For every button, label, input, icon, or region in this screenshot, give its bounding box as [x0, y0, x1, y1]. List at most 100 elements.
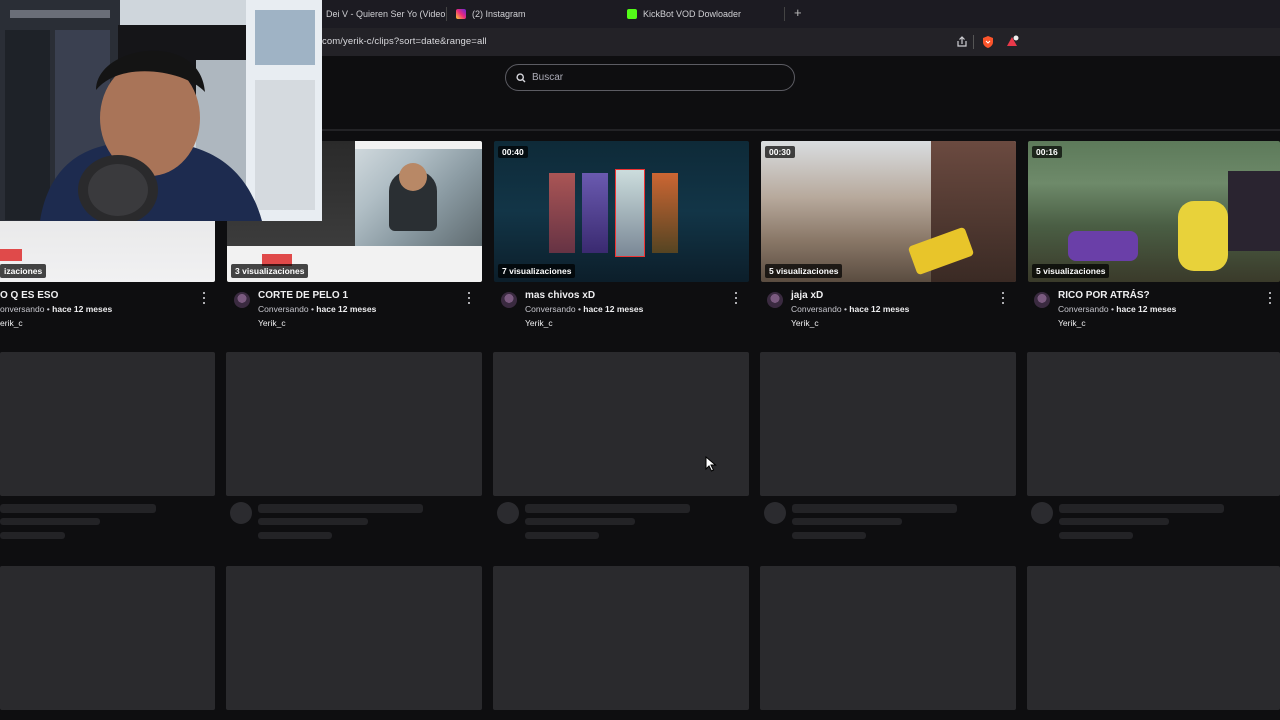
more-options-icon[interactable]	[1266, 292, 1274, 304]
search-icon	[516, 72, 526, 82]
loading-card-placeholder	[760, 352, 1016, 496]
tab-kickbot[interactable]: KickBot VOD Dowloader	[627, 4, 741, 24]
tab-dei-v[interactable]: Dei V - Quieren Ser Yo (Video	[326, 4, 445, 24]
thumbnail-art	[615, 169, 645, 257]
loading-text-placeholder	[792, 504, 957, 513]
tab-divider	[446, 7, 447, 21]
search-input[interactable]	[532, 72, 772, 83]
loading-text-placeholder	[1059, 518, 1169, 525]
screen: Dei V - Quieren Ser Yo (Video (2) Instag…	[0, 0, 1280, 720]
thumbnail-art	[652, 173, 678, 253]
clip-channel[interactable]: Yerik_c	[791, 318, 819, 328]
loading-card-placeholder	[493, 352, 749, 496]
meta-separator: •	[1110, 304, 1114, 314]
thumbnail-art	[549, 173, 575, 253]
loading-card-placeholder	[1027, 352, 1280, 496]
thumbnail-art	[355, 149, 482, 246]
duration-badge: 00:30	[765, 146, 795, 158]
clip-card-info: jaja xD Conversando • hace 12 meses Yeri…	[767, 289, 1016, 331]
clip-title[interactable]: mas chivos xD	[525, 290, 595, 301]
clip-card-info: O Q ES ESO onversando • hace 12 meses er…	[0, 289, 215, 331]
clip-category[interactable]: Conversando	[525, 304, 576, 314]
clip-card-info: mas chivos xD Conversando • hace 12 mese…	[501, 289, 749, 331]
views-badge: izaciones	[0, 264, 47, 278]
clip-category[interactable]: Conversando	[1058, 304, 1109, 314]
new-tab-button[interactable]: +	[794, 6, 802, 20]
clip-subtitle: onversando • hace 12 meses	[0, 304, 112, 314]
loading-avatar-placeholder	[497, 502, 519, 524]
loading-card-placeholder	[0, 566, 215, 710]
loading-avatar-placeholder	[1031, 502, 1053, 524]
channel-avatar[interactable]	[234, 292, 250, 308]
clip-channel[interactable]: Yerik_c	[1058, 318, 1086, 328]
meta-separator: •	[46, 304, 50, 314]
tab-title: (2) Instagram	[472, 9, 526, 19]
clip-thumbnail[interactable]: 00:40 7 visualizaciones	[494, 141, 749, 282]
loading-text-placeholder	[792, 532, 866, 539]
views-badge: 5 visualizaciones	[1032, 264, 1110, 278]
loading-card-placeholder	[1027, 566, 1280, 710]
loading-card-placeholder	[0, 352, 215, 496]
tab-instagram[interactable]: (2) Instagram	[456, 4, 526, 24]
meta-separator: •	[310, 304, 314, 314]
views-badge: 5 visualizaciones	[765, 264, 843, 278]
loading-text-placeholder	[525, 504, 690, 513]
clip-title[interactable]: jaja xD	[791, 290, 823, 301]
clip-age: hace 12 meses	[849, 304, 910, 314]
duration-badge: 00:40	[498, 146, 528, 158]
clip-category[interactable]: Conversando	[258, 304, 309, 314]
meta-separator: •	[577, 304, 581, 314]
clip-card-info: RICO POR ATRÁS? Conversando • hace 12 me…	[1034, 289, 1280, 331]
clip-age: hace 12 meses	[1116, 304, 1177, 314]
clip-thumbnail[interactable]: 00:16 5 visualizaciones	[1028, 141, 1280, 282]
tab-title: KickBot VOD Dowloader	[643, 9, 742, 19]
views-badge: 3 visualizaciones	[231, 264, 309, 278]
clip-category[interactable]: onversando	[0, 304, 44, 314]
meta-separator: •	[843, 304, 847, 314]
clip-age: hace 12 meses	[583, 304, 644, 314]
webcam-feed-image	[0, 0, 322, 221]
loading-text-placeholder	[1059, 504, 1224, 513]
loading-card-placeholder	[493, 566, 749, 710]
webcam-overlay	[0, 0, 322, 221]
clip-title[interactable]: RICO POR ATRÁS?	[1058, 290, 1150, 301]
clip-age: hace 12 meses	[316, 304, 377, 314]
loading-avatar-placeholder	[230, 502, 252, 524]
search-box[interactable]	[505, 64, 795, 91]
clip-category[interactable]: Conversando	[791, 304, 842, 314]
clip-title[interactable]: CORTE DE PELO 1	[258, 290, 348, 301]
clip-channel[interactable]: Yerik_c	[525, 318, 553, 328]
thumbnail-art	[582, 173, 608, 253]
more-options-icon[interactable]	[200, 292, 208, 304]
loading-text-placeholder	[525, 532, 599, 539]
brave-shield-icon[interactable]	[981, 35, 995, 49]
brave-rewards-icon[interactable]	[1005, 35, 1019, 49]
clip-subtitle: Conversando • hace 12 meses	[791, 304, 909, 314]
loading-avatar-placeholder	[764, 502, 786, 524]
loading-text-placeholder	[258, 518, 368, 525]
more-options-icon[interactable]	[999, 292, 1007, 304]
clip-channel[interactable]: Yerik_c	[258, 318, 286, 328]
channel-avatar[interactable]	[767, 292, 783, 308]
views-badge: 7 visualizaciones	[498, 264, 576, 278]
share-icon[interactable]	[955, 35, 969, 49]
tab-divider	[784, 7, 785, 21]
loading-text-placeholder	[792, 518, 902, 525]
loading-text-placeholder	[0, 518, 100, 525]
clip-subtitle: Conversando • hace 12 meses	[258, 304, 376, 314]
more-options-icon[interactable]	[465, 292, 473, 304]
loading-text-placeholder	[258, 532, 332, 539]
clip-subtitle: Conversando • hace 12 meses	[525, 304, 643, 314]
thumbnail-art	[1178, 201, 1228, 271]
clip-title[interactable]: O Q ES ESO	[0, 290, 58, 301]
loading-card-placeholder	[226, 566, 482, 710]
url-field[interactable]: com/yerik-c/clips?sort=date&range=all	[322, 36, 487, 47]
channel-avatar[interactable]	[1034, 292, 1050, 308]
more-options-icon[interactable]	[732, 292, 740, 304]
clip-card-info: CORTE DE PELO 1 Conversando • hace 12 me…	[234, 289, 482, 331]
clip-thumbnail[interactable]: 00:30 5 visualizaciones	[761, 141, 1016, 282]
channel-avatar[interactable]	[501, 292, 517, 308]
thumbnail-art	[0, 249, 22, 261]
clip-channel[interactable]: erik_c	[0, 318, 23, 328]
kickbot-icon	[627, 9, 637, 19]
